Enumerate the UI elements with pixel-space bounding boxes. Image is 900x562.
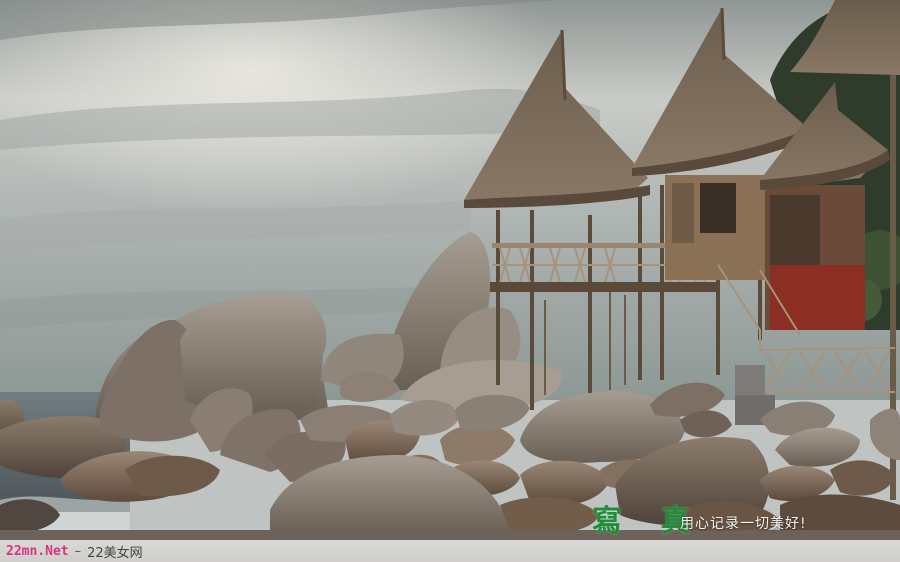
- beach-huts-photo: [0, 0, 900, 542]
- footer-site-link[interactable]: 22mn.Net: [6, 544, 69, 559]
- footer-bar: 22mn.Net – 22美女网: [0, 540, 900, 562]
- watermark-motto: 用心记录一切美好!: [680, 516, 807, 532]
- footer-separator: –: [74, 543, 82, 559]
- photo-scene: 寫 真 用心记录一切美好! 22mn.Net – 22美女网: [0, 0, 900, 562]
- footer-site-name: 22美女网: [87, 545, 143, 561]
